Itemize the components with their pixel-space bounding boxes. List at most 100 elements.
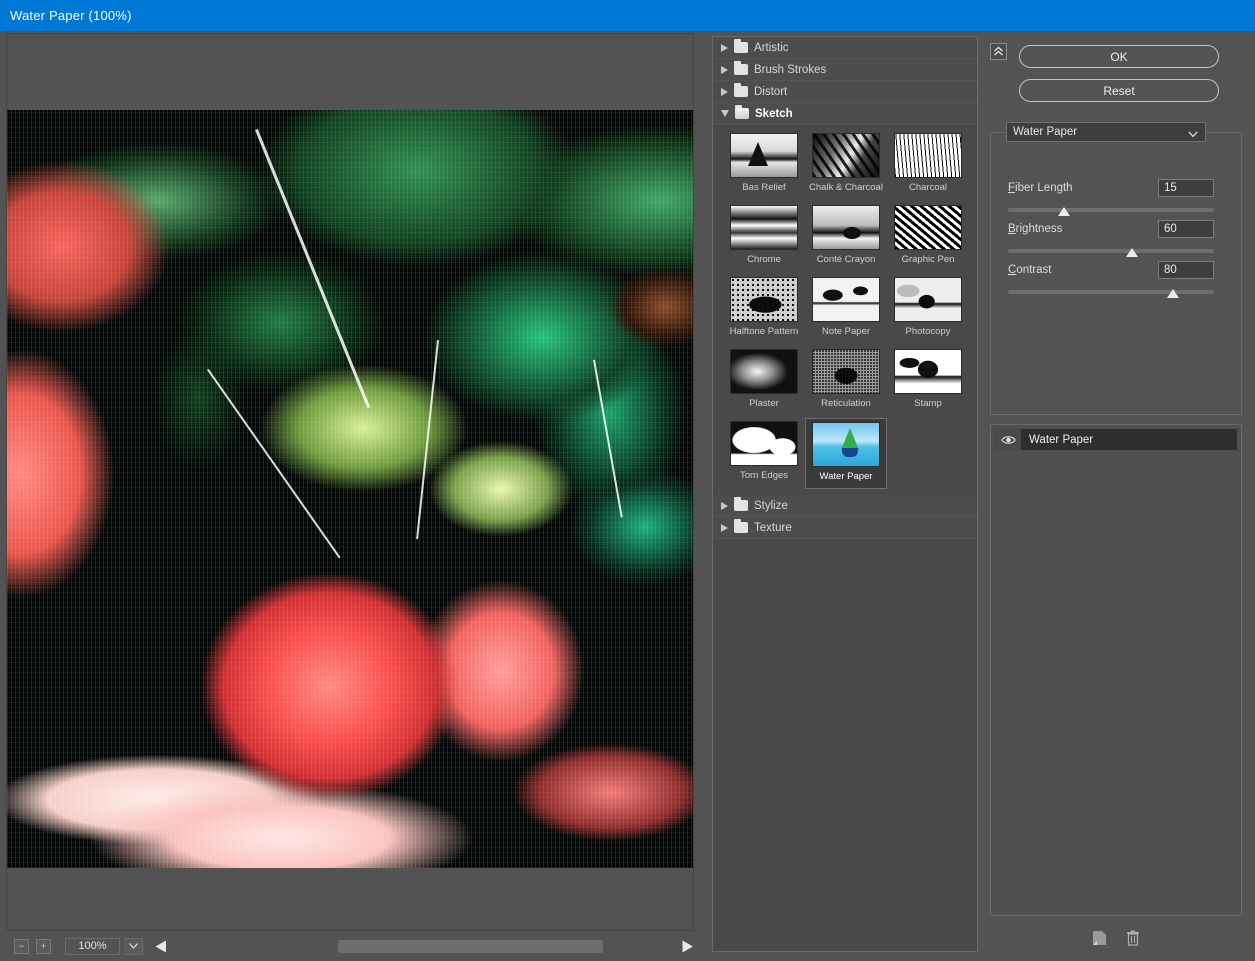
param-label: Contrast xyxy=(1008,264,1051,276)
filter-category-texture[interactable]: Texture xyxy=(713,517,977,539)
filter-category-list[interactable]: Artistic Brush Strokes Distort Sketch Ba… xyxy=(712,36,978,952)
filter-item-bas-relief[interactable]: Bas Relief xyxy=(723,130,805,201)
effect-layer-name: Water Paper xyxy=(1021,434,1093,446)
reset-button[interactable]: Reset xyxy=(1019,79,1219,102)
filter-item-label: Water Paper xyxy=(820,471,873,482)
filter-item-stamp[interactable]: Stamp xyxy=(887,346,969,417)
filter-item-label: Halftone Pattern xyxy=(730,326,799,337)
effect-layers-toolbar xyxy=(990,920,1242,956)
slider-track[interactable] xyxy=(1008,290,1214,294)
folder-icon xyxy=(734,500,748,511)
folder-icon xyxy=(734,86,748,97)
chevron-down-icon xyxy=(129,943,138,949)
triangle-right-icon xyxy=(682,940,694,953)
param-fiber-length: Fiber Length 15 xyxy=(1008,178,1214,218)
scrollbar-track[interactable] xyxy=(169,939,680,954)
filter-item-photocopy[interactable]: Photocopy xyxy=(887,274,969,345)
effect-layer-row[interactable]: Water Paper xyxy=(995,429,1237,450)
slider-handle[interactable] xyxy=(1126,248,1138,257)
filter-item-halftone-pattern[interactable]: Halftone Pattern xyxy=(723,274,805,345)
filter-category-artistic[interactable]: Artistic xyxy=(713,37,977,59)
param-brightness: Brightness 60 xyxy=(1008,219,1214,259)
category-label: Stylize xyxy=(754,500,788,512)
delete-effect-layer-button[interactable] xyxy=(1123,928,1143,948)
filter-thumbnail xyxy=(894,277,962,322)
chevron-right-icon xyxy=(721,502,728,510)
scrollbar-thumb[interactable] xyxy=(338,940,604,953)
zoom-dropdown-button[interactable] xyxy=(124,938,143,955)
filter-item-torn-edges[interactable]: Torn Edges xyxy=(723,418,805,489)
settings-pane: OK Reset Water Paper Fiber Length 15 Bri… xyxy=(984,36,1255,961)
param-label-text: iber Length xyxy=(1015,182,1073,194)
param-value-field[interactable]: 80 xyxy=(1158,261,1214,279)
zoom-out-button[interactable]: − xyxy=(14,939,29,954)
chevron-right-icon xyxy=(721,524,728,532)
filter-item-label: Stamp xyxy=(914,398,941,409)
param-label-text: ontrast xyxy=(1016,264,1051,276)
filter-thumbnail xyxy=(812,349,880,394)
trash-icon xyxy=(1126,930,1140,946)
filter-category-distort[interactable]: Distort xyxy=(713,81,977,103)
collapse-panel-button[interactable] xyxy=(990,43,1007,60)
slider-track[interactable] xyxy=(1008,208,1214,212)
slider-handle[interactable] xyxy=(1167,289,1179,298)
filter-thumbnail xyxy=(894,349,962,394)
filter-thumbnail xyxy=(812,277,880,322)
preview-fiber-texture xyxy=(7,110,693,868)
chevron-down-icon xyxy=(1188,129,1198,141)
filter-item-plaster[interactable]: Plaster xyxy=(723,346,805,417)
filter-item-label: Torn Edges xyxy=(740,470,788,481)
effect-layers-panel: Water Paper xyxy=(990,424,1242,916)
double-chevron-up-icon xyxy=(993,46,1004,57)
new-effect-layer-button[interactable] xyxy=(1089,928,1109,948)
filter-thumbnail xyxy=(812,422,880,467)
layer-visibility-toggle[interactable] xyxy=(995,429,1021,450)
param-slider[interactable] xyxy=(1008,286,1214,300)
filter-item-chalk-charcoal[interactable]: Chalk & Charcoal xyxy=(805,130,887,201)
eye-icon xyxy=(1001,435,1016,445)
ok-button[interactable]: OK xyxy=(1019,45,1219,68)
scroll-right-button[interactable] xyxy=(680,938,696,955)
folder-open-icon xyxy=(735,108,749,119)
filter-item-water-paper[interactable]: Water Paper xyxy=(805,418,887,489)
preview-horizontal-scrollbar[interactable] xyxy=(153,938,696,955)
folder-icon xyxy=(734,522,748,533)
filter-item-label: Note Paper xyxy=(822,326,870,337)
param-slider[interactable] xyxy=(1008,204,1214,218)
slider-handle[interactable] xyxy=(1058,207,1070,216)
param-value-field[interactable]: 15 xyxy=(1158,179,1214,197)
chevron-right-icon xyxy=(721,44,728,52)
filter-item-label: Chrome xyxy=(747,254,781,265)
filter-category-stylize[interactable]: Stylize xyxy=(713,495,977,517)
filter-item-chrome[interactable]: Chrome xyxy=(723,202,805,273)
window-title-bar: Water Paper (100%) xyxy=(0,0,1255,31)
category-label: Sketch xyxy=(755,108,793,120)
filter-item-label: Charcoal xyxy=(909,182,947,193)
filter-item-charcoal[interactable]: Charcoal xyxy=(887,130,969,201)
filter-category-sketch[interactable]: Sketch xyxy=(713,103,977,125)
scroll-left-button[interactable] xyxy=(153,938,169,955)
zoom-in-button[interactable]: + xyxy=(36,939,51,954)
preview-canvas[interactable] xyxy=(6,33,694,931)
filter-item-label: Graphic Pen xyxy=(902,254,955,265)
filter-category-brush-strokes[interactable]: Brush Strokes xyxy=(713,59,977,81)
filter-thumbnail xyxy=(730,133,798,178)
filter-item-graphic-pen[interactable]: Graphic Pen xyxy=(887,202,969,273)
filter-item-label: Plaster xyxy=(749,398,779,409)
zoom-level-field[interactable]: 100% xyxy=(65,938,120,955)
filter-item-reticulation[interactable]: Reticulation xyxy=(805,346,887,417)
filter-thumbnail xyxy=(730,277,798,322)
param-slider[interactable] xyxy=(1008,245,1214,259)
filter-thumbnail xyxy=(730,421,798,466)
param-value-field[interactable]: 60 xyxy=(1158,220,1214,238)
filter-item-cont-crayon[interactable]: Conté Crayon xyxy=(805,202,887,273)
param-label-text: rightness xyxy=(1016,223,1063,235)
slider-track[interactable] xyxy=(1008,249,1214,253)
filter-select-dropdown[interactable]: Water Paper xyxy=(1006,122,1206,142)
filter-item-label: Bas Relief xyxy=(742,182,785,193)
filter-item-label: Reticulation xyxy=(821,398,871,409)
new-effect-layer-icon xyxy=(1092,930,1107,946)
filter-select-value: Water Paper xyxy=(1013,126,1077,138)
filter-item-note-paper[interactable]: Note Paper xyxy=(805,274,887,345)
filter-preview-image[interactable] xyxy=(7,110,693,868)
